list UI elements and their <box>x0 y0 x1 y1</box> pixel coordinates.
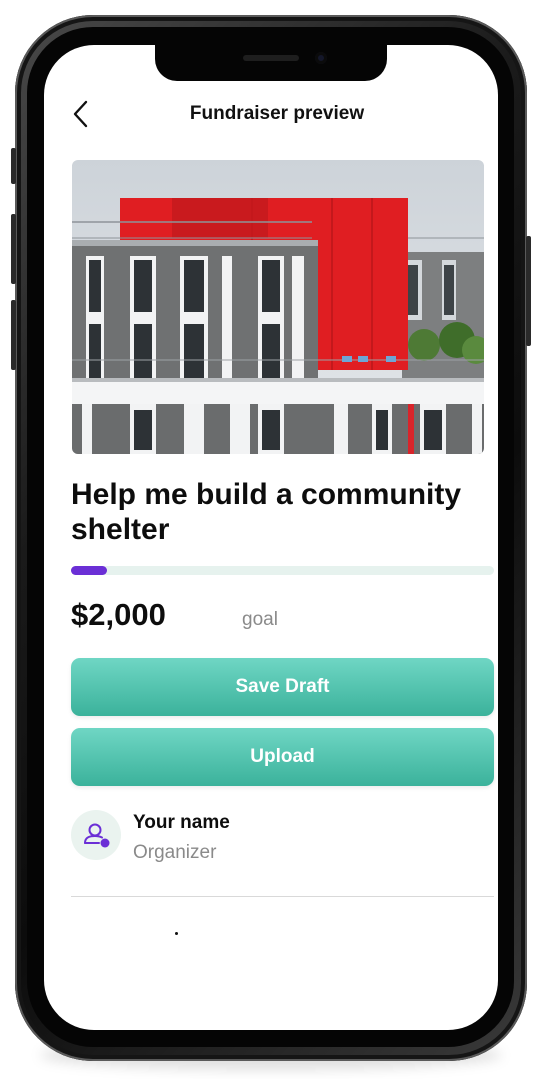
app-screen: Fundraiser preview Help me build a commu… <box>44 45 498 1030</box>
cover-image <box>72 160 484 454</box>
fundraiser-title: Help me build a community shelter <box>71 478 462 546</box>
page-title: Fundraiser preview <box>189 103 365 124</box>
user-icon <box>84 823 110 848</box>
divider <box>71 896 494 897</box>
camera <box>315 52 327 64</box>
organizer-avatar <box>71 810 121 860</box>
volume-up-button <box>11 214 16 284</box>
organizer-role: Organizer <box>133 842 217 863</box>
silent-switch <box>11 148 16 184</box>
progress-bar <box>71 566 494 575</box>
power-button <box>526 236 531 346</box>
upload-button[interactable]: Upload <box>71 728 494 786</box>
speaker <box>243 55 299 61</box>
progress-fill <box>71 566 107 575</box>
volume-down-button <box>11 300 16 370</box>
stray-dot <box>175 932 178 935</box>
notch <box>155 45 387 81</box>
goal-label: goal <box>242 609 278 630</box>
organizer-name: Your name <box>133 812 230 833</box>
save-draft-button[interactable]: Save Draft <box>71 658 494 716</box>
goal-amount: $2,000 <box>71 597 166 632</box>
